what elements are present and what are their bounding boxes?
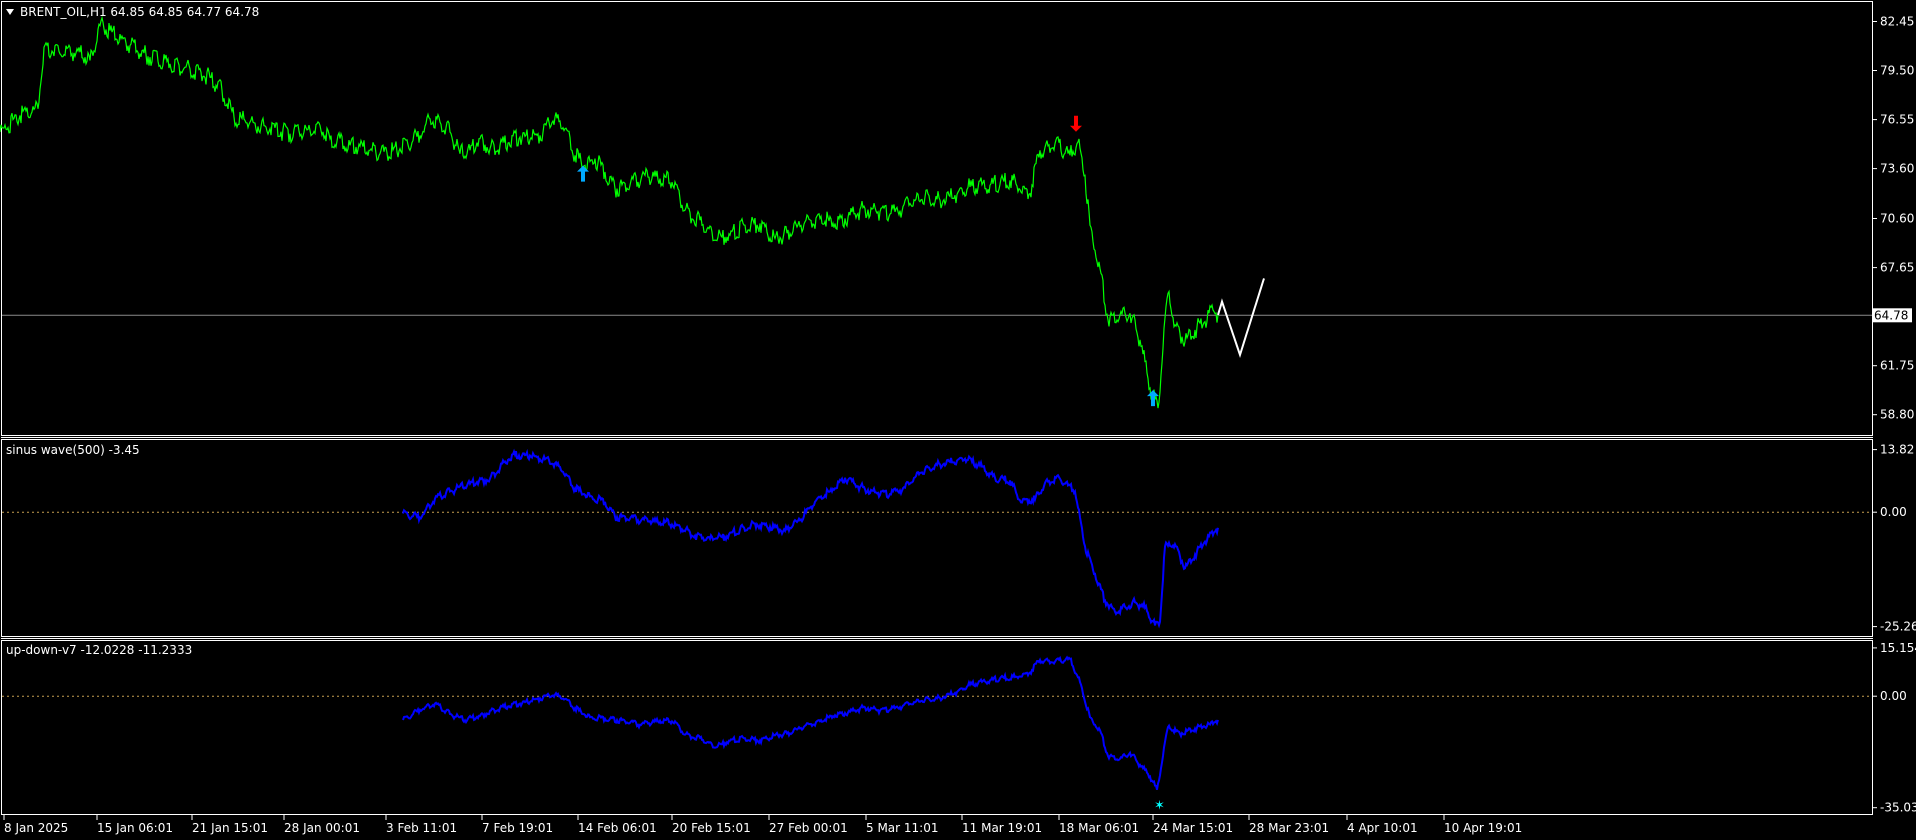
- sinus-wave-area[interactable]: [2, 448, 1872, 629]
- time-label: 18 Mar 06:01: [1059, 821, 1139, 835]
- time-axis[interactable]: 8 Jan 2025 15 Jan 06:01 21 Jan 15:01 28 Jan…: [3, 815, 1522, 835]
- time-label: 8 Jan 2025: [4, 821, 68, 835]
- scale-label: 0.00: [1880, 689, 1907, 703]
- main-price-area[interactable]: [0, 15, 1872, 409]
- time-label: 15 Jan 06:01: [97, 821, 173, 835]
- time-label: 14 Feb 06:01: [578, 821, 657, 835]
- sinus-scale[interactable]: 13.82 0.00 -25.26: [1872, 443, 1916, 634]
- current-price-label: 64.78: [1874, 308, 1908, 322]
- scale-label: 76.55: [1880, 113, 1914, 127]
- sinus-header: sinus wave(500) -3.45: [6, 443, 140, 457]
- time-label: 11 Mar 19:01: [962, 821, 1042, 835]
- scale-label: 79.50: [1880, 64, 1914, 78]
- scale-label: -35.0365: [1880, 801, 1916, 815]
- symbol-header[interactable]: BRENT_OIL,H1 64.85 64.85 64.77 64.78: [6, 5, 259, 19]
- current-price-tag: 64.78: [1872, 308, 1912, 323]
- time-label: 4 Apr 10:01: [1347, 821, 1418, 835]
- chart-window[interactable]: BRENT_OIL,H1 64.85 64.85 64.77 64.78 sin…: [0, 0, 1916, 840]
- main-price-scale[interactable]: 82.45 79.50 76.55 73.60 70.60 67.65 61.75 58.80: [1872, 15, 1914, 422]
- scale-label: 67.65: [1880, 261, 1914, 275]
- up-down-area[interactable]: ✶: [2, 655, 1872, 813]
- arrow-down-icon: [1070, 115, 1082, 132]
- sinus-panel-frame: [1, 439, 1873, 637]
- scale-label: 58.80: [1880, 408, 1914, 422]
- time-label: 7 Feb 19:01: [482, 821, 553, 835]
- main-panel-frame: [1, 1, 1873, 436]
- up-down-line: [402, 655, 1219, 790]
- scale-label: 82.45: [1880, 15, 1914, 29]
- scale-label: 15.1542: [1880, 641, 1916, 655]
- time-label: 27 Feb 00:01: [769, 821, 848, 835]
- scale-label: 70.60: [1880, 212, 1914, 226]
- time-label: 28 Mar 23:01: [1249, 821, 1329, 835]
- scale-label: 13.82: [1880, 443, 1914, 457]
- time-label: 21 Jan 15:01: [192, 821, 268, 835]
- star-signal-icon: ✶: [1154, 798, 1165, 813]
- symbol-header-text: BRENT_OIL,H1 64.85 64.85 64.77 64.78: [20, 5, 259, 19]
- time-label: 28 Jan 00:01: [284, 821, 360, 835]
- time-label: 24 Mar 15:01: [1153, 821, 1233, 835]
- sinus-wave-line: [402, 448, 1219, 629]
- updown-header: up-down-v7 -12.0228 -11.2333: [6, 643, 192, 657]
- scale-label: 73.60: [1880, 162, 1914, 176]
- scale-label: -25.26: [1880, 620, 1916, 634]
- time-label: 3 Feb 11:01: [386, 821, 457, 835]
- time-label: 20 Feb 15:01: [672, 821, 751, 835]
- signal-arrows: [577, 115, 1159, 407]
- price-line: [0, 15, 1219, 409]
- scale-label: 0.00: [1880, 505, 1907, 519]
- projection-line: [1217, 278, 1265, 358]
- time-label: 10 Apr 19:01: [1444, 821, 1522, 835]
- triangle-down-icon[interactable]: [6, 9, 14, 15]
- scale-label: 61.75: [1880, 359, 1914, 373]
- updown-scale[interactable]: 15.1542 0.00 -35.0365: [1872, 641, 1916, 815]
- updown-signals: ✶: [1154, 798, 1165, 813]
- updown-panel-frame: [1, 640, 1873, 815]
- time-label: 5 Mar 11:01: [866, 821, 939, 835]
